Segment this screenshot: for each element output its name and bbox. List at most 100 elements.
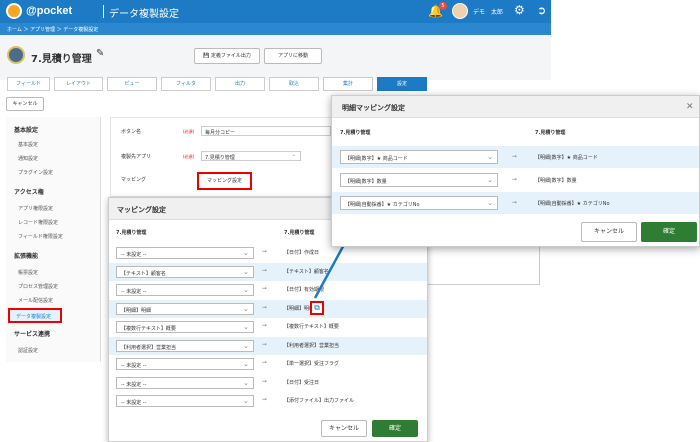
chevron-down-icon: ⌄ (243, 360, 249, 368)
breadcrumb[interactable]: ホーム ＞ アプリ管理 ＞ データ複製設定 (0, 23, 551, 35)
tab-filter[interactable]: フィルタ (161, 77, 211, 91)
source-field-value: 【テキスト】顧客名 (121, 270, 166, 277)
arrow-right-icon: ➞ (262, 303, 268, 311)
mapping-row: 【テキスト】顧客名 ⌄ ➞ 【テキスト】顧客名 (109, 262, 427, 281)
definition-file-output-button[interactable]: 💾 定義ファイル出力 (194, 48, 260, 64)
mapping-cancel-button[interactable]: キャンセル (321, 420, 367, 437)
tab-output[interactable]: 出力 (215, 77, 265, 91)
tab-settings[interactable]: 設定 (377, 77, 427, 91)
sidebar-item-auth[interactable]: 認証設定 (18, 347, 38, 354)
chevron-down-icon: ⌄ (487, 153, 493, 161)
mapping-label: マッピング (121, 177, 147, 183)
mapping-row: -- 未設定 -- ⌄ ➞ 【日付】有効期限 (109, 281, 427, 299)
source-field-value: -- 未設定 -- (121, 252, 147, 258)
chevron-down-icon: ⌄ (243, 378, 249, 387)
gear-icon[interactable]: ⚙ (514, 3, 525, 17)
tab-view[interactable]: ビュー (107, 77, 157, 91)
sidebar-item-notification[interactable]: 通知設定 (18, 155, 38, 162)
arrow-right-icon: ➞ (262, 340, 268, 348)
sidebar-item-plugin[interactable]: プラグイン設定 (18, 169, 53, 176)
avatar[interactable] (452, 3, 468, 19)
kangaroo-logo-icon (6, 3, 22, 19)
arrow-right-icon: ➞ (262, 285, 268, 292)
settings-sidebar: 基本設定 基本設定 通知設定 プラグイン設定 アクセス権 アプリ権限設定 レコー… (6, 117, 101, 362)
sidebar-item-app-permission[interactable]: アプリ権限設定 (18, 205, 53, 212)
arrow-right-icon: ➞ (262, 396, 268, 403)
app-header (0, 0, 551, 23)
arrow-right-icon: ➞ (262, 359, 268, 366)
chevron-down-icon: ⌄ (243, 341, 249, 350)
app-icon (7, 46, 25, 64)
app-name: 7.見積り管理 (31, 54, 92, 65)
detail-source-select[interactable]: 【明細|数字】★ 商品コード ⌄ (340, 150, 498, 164)
chevron-down-icon: ⌄ (487, 199, 493, 207)
source-field-select[interactable]: 【複数行テキスト】概要 ⌄ (116, 321, 254, 333)
detail-source-select[interactable]: 【明細|数字】数量 ⌄ (340, 173, 498, 187)
source-field-value: 【複数行テキスト】概要 (121, 326, 176, 332)
arrow-right-icon: ➞ (262, 248, 268, 255)
header-divider (103, 5, 104, 18)
target-field-label: 【日付】受注日 (284, 379, 320, 386)
source-field-select[interactable]: -- 未設定 -- ⌄ (116, 395, 254, 407)
mapping-row: -- 未設定 -- ⌄ ➞ 【添付ファイル】出力ファイル (109, 392, 427, 410)
detail-source-value: 【明細|自動採番】★ カテゴリNo (345, 202, 420, 208)
arrow-right-icon: ➞ (262, 377, 268, 385)
sidebar-item-data-copy[interactable]: データ複製設定 (8, 308, 62, 323)
source-field-select[interactable]: -- 未設定 -- ⌄ (116, 284, 254, 296)
source-field-select[interactable]: 【テキスト】顧客名 ⌄ (116, 265, 254, 278)
notification-badge: 5 (439, 2, 447, 10)
tab-aggregate[interactable]: 集計 (323, 77, 373, 91)
chevron-down-icon: ⌄ (243, 249, 249, 257)
arrow-right-icon: ➞ (512, 176, 518, 183)
close-icon[interactable]: ✕ (686, 102, 694, 112)
mapping-row: 【明細】明細 ⌄ ➞ 【明細】明細 (109, 299, 427, 318)
chevron-down-icon: ⌄ (487, 176, 493, 184)
sidebar-section-basic: 基本設定 (14, 127, 39, 134)
mapping-settings-button[interactable]: マッピング設定 (197, 172, 252, 190)
sidebar-item-record-permission[interactable]: レコード権限設定 (18, 219, 58, 226)
target-app-value: 7.見積り管理 (205, 155, 235, 161)
source-field-select[interactable]: 【明細】明細 ⌄ (116, 302, 254, 315)
detail-mapping-row: 【明細|数字】数量 ⌄ ➞ 【明細|数字】数量 (332, 169, 699, 191)
user-name[interactable]: デモ 太郎 (473, 7, 503, 16)
source-field-select[interactable]: -- 未設定 -- ⌄ (116, 376, 254, 389)
chevron-down-icon: ⌄ (243, 323, 249, 331)
source-field-value: 【明細】明細 (121, 307, 152, 314)
button-name-input[interactable]: 毎月分コピー (201, 126, 331, 136)
source-field-value: -- 未設定 -- (121, 381, 147, 388)
sidebar-item-basic-settings[interactable]: 基本設定 (18, 141, 38, 148)
detail-source-select[interactable]: 【明細|自動採番】★ カテゴリNo ⌄ (340, 196, 498, 210)
arrow-right-icon: ➞ (512, 153, 518, 160)
cancel-button[interactable]: キャンセル (6, 97, 44, 111)
detail-cancel-button[interactable]: キャンセル (581, 222, 637, 242)
detail-mapping-dialog: 明細マッピング設定 ✕ 7.見積り管理 7.見積り管理 【明細|数字】★ 商品コ… (331, 95, 700, 247)
sidebar-item-field-permission[interactable]: フィールド権限設定 (18, 233, 63, 240)
sidebar-section-service: サービス連携 (14, 331, 51, 338)
tab-import[interactable]: 取込 (269, 77, 319, 91)
source-field-select[interactable]: 【利用者選択】営業担当 ⌄ (116, 339, 254, 352)
required-mark: (必須) (183, 129, 195, 134)
sidebar-item-process[interactable]: プロセス管理設定 (18, 283, 58, 290)
button-name-label: ボタン名 (121, 129, 142, 135)
definition-file-output-label: 定義ファイル出力 (210, 53, 251, 59)
source-field-value: 【利用者選択】営業担当 (121, 344, 177, 351)
target-app-select[interactable]: 7.見積り管理 ⌄ (201, 151, 301, 161)
target-field-label: 【添付ファイル】出力ファイル (284, 398, 355, 404)
tab-field[interactable]: フィールド (7, 77, 50, 91)
move-to-app-button[interactable]: アプリに移動 (264, 48, 322, 64)
source-field-select[interactable]: -- 未設定 -- ⌄ (116, 247, 254, 259)
source-column-header: 7.見積り管理 (340, 130, 371, 136)
logout-icon[interactable]: ➲ (537, 4, 546, 17)
sidebar-item-mail[interactable]: メール配信設定 (18, 297, 53, 304)
edit-pencil-icon[interactable]: ✎ (96, 48, 104, 59)
target-field-label: 【単一選択】受注フラグ (284, 361, 340, 367)
logo-text[interactable]: @pocket (26, 5, 72, 17)
target-app-label: 複製先アプリ (121, 154, 152, 160)
detail-target-label: 【明細|数字】数量 (535, 178, 577, 184)
mapping-row: 【利用者選択】営業担当 ⌄ ➞ 【利用者選択】営業担当 (109, 336, 427, 355)
mapping-confirm-button[interactable]: 確定 (372, 420, 418, 437)
detail-confirm-button[interactable]: 確定 (641, 222, 697, 242)
sidebar-item-report[interactable]: 帳票設定 (18, 269, 38, 276)
source-field-select[interactable]: -- 未設定 -- ⌄ (116, 358, 254, 370)
tab-layout[interactable]: レイアウト (54, 77, 103, 91)
